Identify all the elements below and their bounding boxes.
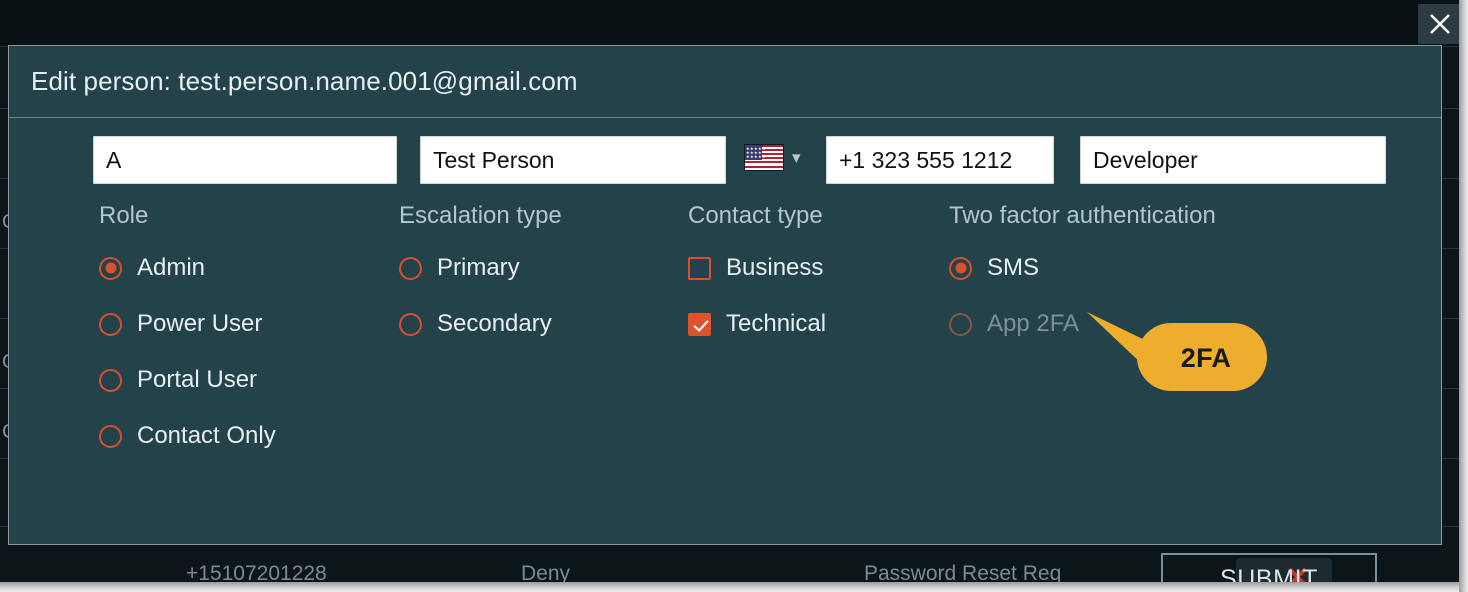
window-frame-right bbox=[1459, 0, 1468, 592]
radio-icon bbox=[99, 424, 122, 448]
two-factor-option-sms[interactable]: SMS bbox=[949, 248, 1216, 288]
field-row: ★★★★★ ★★★★ ★★★★★ ▾ bbox=[9, 136, 1441, 188]
full-name-input[interactable] bbox=[420, 136, 726, 184]
screen-root: O O C +15107201228 Deny Password Reset R… bbox=[0, 0, 1468, 592]
radio-icon bbox=[399, 312, 422, 336]
radio-icon bbox=[99, 312, 122, 336]
job-title-input[interactable] bbox=[1080, 136, 1386, 184]
dialog-body: ★★★★★ ★★★★ ★★★★★ ▾ Role Admin bbox=[9, 118, 1441, 592]
checkbox-icon bbox=[688, 256, 711, 280]
radio-icon bbox=[99, 368, 122, 392]
escalation-group-heading: Escalation type bbox=[399, 202, 562, 229]
role-option-power-user[interactable]: Power User bbox=[99, 304, 276, 344]
role-group: Role Admin Power User Portal User Contac… bbox=[99, 202, 276, 472]
contact-option-technical[interactable]: Technical bbox=[688, 304, 826, 344]
option-label: Contact Only bbox=[137, 422, 276, 449]
edit-person-dialog: Edit person: test.person.name.001@gmail.… bbox=[8, 45, 1442, 592]
country-code-select[interactable]: ★★★★★ ★★★★ ★★★★★ ▾ bbox=[744, 144, 801, 171]
dialog-header: Edit person: test.person.name.001@gmail.… bbox=[9, 46, 1441, 118]
escalation-type-group: Escalation type Primary Secondary bbox=[399, 202, 562, 360]
radio-icon bbox=[399, 256, 422, 280]
close-icon[interactable] bbox=[1418, 4, 1462, 44]
role-group-heading: Role bbox=[99, 202, 149, 229]
two-factor-group: Two factor authentication SMS App 2FA bbox=[949, 202, 1216, 360]
window-frame-bottom bbox=[0, 582, 1468, 592]
checkbox-checked-icon bbox=[688, 312, 711, 336]
two-factor-option-app-2fa: App 2FA bbox=[949, 304, 1216, 344]
radio-icon bbox=[949, 312, 972, 336]
role-option-portal-user[interactable]: Portal User bbox=[99, 360, 276, 400]
radio-icon bbox=[99, 256, 122, 280]
dialog-title: Edit person: test.person.name.001@gmail.… bbox=[31, 66, 578, 96]
contact-option-business[interactable]: Business bbox=[688, 248, 826, 288]
phone-input[interactable] bbox=[826, 136, 1054, 184]
initial-input[interactable] bbox=[93, 136, 397, 184]
chevron-down-icon: ▾ bbox=[792, 148, 801, 167]
option-label: Portal User bbox=[137, 366, 258, 393]
contact-type-group: Contact type Business Technical bbox=[688, 202, 826, 360]
us-flag-icon: ★★★★★ ★★★★ ★★★★★ bbox=[744, 144, 784, 171]
contact-group-heading: Contact type bbox=[688, 202, 823, 229]
two-factor-group-heading: Two factor authentication bbox=[949, 202, 1216, 229]
radio-icon bbox=[949, 256, 972, 280]
option-label: Power User bbox=[137, 310, 263, 337]
role-option-contact-only[interactable]: Contact Only bbox=[99, 416, 276, 456]
option-label: Business bbox=[726, 254, 824, 281]
option-label: App 2FA bbox=[987, 310, 1080, 337]
option-label: Primary bbox=[437, 254, 520, 281]
escalation-option-secondary[interactable]: Secondary bbox=[399, 304, 562, 344]
option-label: Secondary bbox=[437, 310, 552, 337]
escalation-option-primary[interactable]: Primary bbox=[399, 248, 562, 288]
option-label: SMS bbox=[987, 254, 1040, 281]
background-topbar bbox=[0, 0, 1468, 46]
option-label: Admin bbox=[137, 254, 206, 281]
role-option-admin[interactable]: Admin bbox=[99, 248, 276, 288]
option-label: Technical bbox=[726, 310, 827, 337]
